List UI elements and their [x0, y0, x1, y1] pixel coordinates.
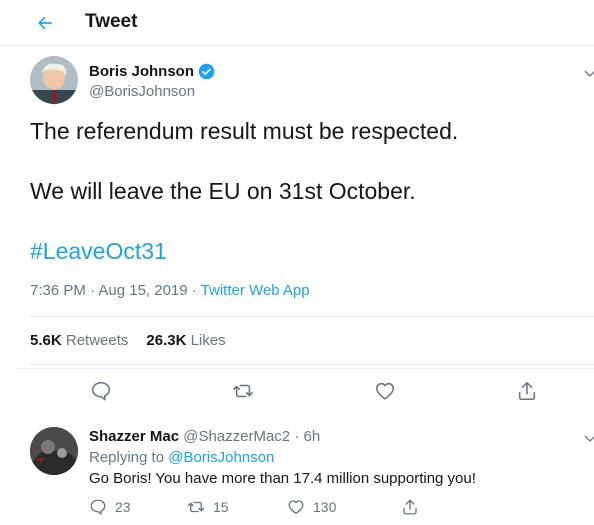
- reply-author-name[interactable]: Shazzer Mac: [89, 428, 179, 445]
- tweet-stats: 5.6K Retweets 26.3K Likes: [30, 332, 226, 349]
- tweet-line: We will leave the EU on 31st October.: [30, 178, 416, 204]
- like-icon: [288, 500, 304, 515]
- tweet-text: The referendum result must be respected.…: [30, 116, 570, 266]
- mention-link[interactable]: @BorisJohnson: [168, 449, 274, 466]
- reply-share-button[interactable]: [401, 498, 419, 516]
- reply-header: Shazzer Mac @ShazzerMac2 · 6h: [89, 428, 320, 445]
- reply-tweet[interactable]: Shazzer Mac @ShazzerMac2 · 6h Replying t…: [16, 368, 594, 525]
- reply-text: Go Boris! You have more than 17.4 millio…: [89, 470, 476, 487]
- likes-count: 26.3K: [146, 332, 187, 349]
- likes-stat[interactable]: 26.3K Likes: [146, 332, 225, 349]
- tweet-line: The referendum result must be respected.: [30, 118, 459, 144]
- tweet-meta: 7:36 PM · Aug 15, 2019 · Twitter Web App: [30, 282, 310, 299]
- reply-like-button[interactable]: 130: [287, 498, 336, 516]
- divider: [30, 316, 594, 317]
- reply-icon: [90, 499, 106, 515]
- likes-label: Likes: [190, 332, 226, 349]
- author-name-text: Boris Johnson: [89, 63, 195, 80]
- verified-badge-icon: [198, 63, 215, 80]
- avatar-image: [30, 427, 78, 475]
- arrow-left-icon: [38, 16, 52, 30]
- retweets-label: Retweets: [65, 332, 129, 349]
- reply-handle-time[interactable]: @ShazzerMac2 · 6h: [183, 428, 320, 445]
- retweet-count: 15: [213, 499, 229, 515]
- author-handle[interactable]: @BorisJohnson: [89, 83, 195, 100]
- share-icon: [403, 499, 417, 515]
- reply-actions: 23 15 130: [89, 498, 419, 518]
- replying-prefix: Replying to: [89, 449, 169, 466]
- divider: [30, 364, 594, 365]
- retweet-icon: [187, 501, 205, 513]
- chevron-down-icon[interactable]: [582, 431, 594, 447]
- reply-count: 23: [115, 499, 131, 515]
- retweets-stat[interactable]: 5.6K Retweets: [30, 332, 128, 349]
- avatar[interactable]: [30, 56, 78, 104]
- chevron-down-icon[interactable]: [582, 66, 594, 82]
- hashtag-link[interactable]: #LeaveOct31: [30, 236, 570, 266]
- avatar-image: [30, 56, 78, 104]
- like-count: 130: [313, 499, 337, 515]
- back-button[interactable]: [30, 8, 60, 38]
- reply-reply-button[interactable]: 23: [89, 498, 131, 516]
- header-bar: Tweet: [0, 0, 594, 46]
- reply-retweet-button[interactable]: 15: [187, 498, 229, 516]
- replying-to: Replying to @BorisJohnson: [89, 449, 274, 466]
- page-title: Tweet: [85, 11, 138, 32]
- avatar[interactable]: [30, 427, 78, 475]
- tweet-timestamp[interactable]: 7:36 PM · Aug 15, 2019 ·: [30, 282, 201, 299]
- retweets-count: 5.6K: [30, 332, 62, 349]
- tweet-source-link[interactable]: Twitter Web App: [201, 282, 310, 299]
- author-name[interactable]: Boris Johnson: [89, 63, 215, 80]
